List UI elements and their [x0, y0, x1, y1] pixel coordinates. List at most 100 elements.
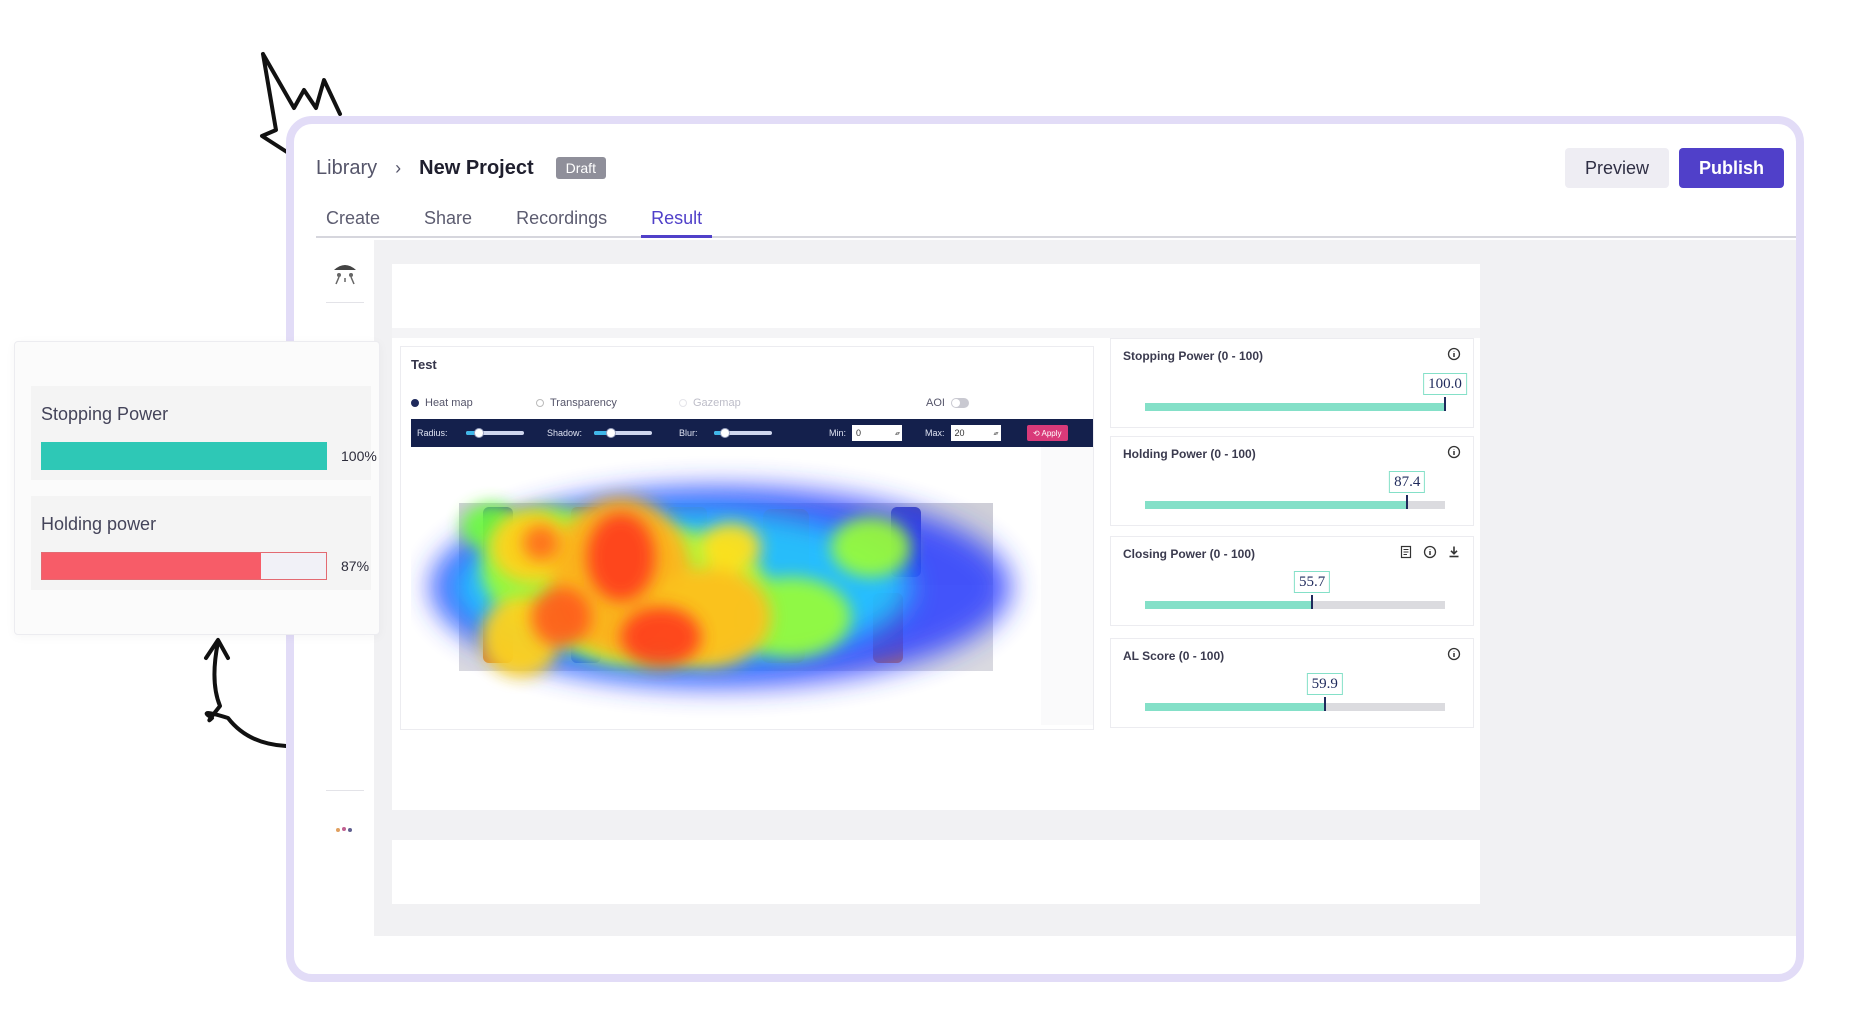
breadcrumb-project-title: New Project [419, 156, 534, 179]
workspace: Test Heat map Transparency Gazemap AOI R… [316, 240, 1796, 936]
metric-marker [1323, 697, 1326, 711]
blur-label: Blur: [679, 428, 698, 438]
metric-card-closing: Closing Power (0 - 100) 55.7 [1110, 536, 1474, 626]
result-footer-area [392, 840, 1480, 904]
metric-title: AL Score (0 - 100) [1123, 649, 1225, 663]
metric-fill [1145, 501, 1408, 509]
rail-divider [326, 302, 364, 303]
metric-card-al-score: AL Score (0 - 100) 59.9 [1110, 638, 1474, 728]
heatmap-controls-bar: Radius: Shadow: Blur: Min: 0 ▴▾ Max: 20 … [411, 419, 1093, 447]
metric-icons [1399, 545, 1461, 559]
min-label: Min: [829, 428, 847, 438]
summary-title: Stopping Power [41, 404, 169, 424]
info-icon[interactable] [1423, 545, 1437, 559]
metric-value-label: 59.9 [1306, 673, 1343, 695]
app-window: Library › New Project Draft Preview Publ… [286, 116, 1804, 982]
status-badge: Draft [555, 157, 606, 179]
max-control: Max: 20 [925, 419, 1001, 447]
metric-track: 55.7 [1145, 571, 1445, 609]
header-actions: Preview Publish [1564, 148, 1784, 188]
info-icon[interactable] [1447, 347, 1461, 361]
test-panel: Test Heat map Transparency Gazemap AOI R… [400, 346, 1094, 730]
test-title: Test [411, 357, 437, 372]
radius-label: Radius: [417, 428, 448, 438]
apply-button[interactable]: ⟲ Apply [1027, 425, 1068, 441]
view-mode-row: Heat map Transparency Gazemap AOI [411, 397, 1083, 413]
tab-result[interactable]: Result [641, 206, 713, 238]
metric-icons [1447, 347, 1461, 361]
heatmap-side-gutter [1041, 447, 1093, 725]
metric-value-label: 55.7 [1293, 571, 1331, 593]
metric-fill [1145, 403, 1445, 411]
radius-slider[interactable] [465, 428, 524, 438]
tab-recordings[interactable]: Recordings [506, 206, 617, 238]
max-input[interactable]: 20 [950, 425, 1001, 442]
user-avatar-icon[interactable] [330, 824, 360, 836]
apply-label: Apply [1041, 428, 1062, 438]
shadow-control: Shadow: [547, 419, 653, 447]
metric-fill [1145, 601, 1313, 609]
chevron-right-icon: › [395, 157, 402, 178]
radio-icon [536, 399, 544, 407]
preview-button[interactable]: Preview [1564, 148, 1669, 188]
breadcrumb-library-link[interactable]: Library [316, 157, 377, 180]
metrics-column: Stopping Power (0 - 100) 100.0 Holding P… [1110, 338, 1480, 728]
radio-selected-icon [411, 399, 419, 407]
aoi-toggle-option[interactable]: AOI [926, 397, 969, 409]
tab-bar: Create Share Recordings Result [316, 206, 1796, 238]
metric-track: 100.0 [1145, 373, 1467, 411]
download-icon[interactable] [1447, 545, 1461, 559]
section-divider [392, 328, 1480, 338]
min-input[interactable]: 0 [852, 425, 903, 442]
summary-card: Stopping Power 100% Holding power 87% [14, 341, 380, 635]
shelf-heatmap-image [431, 487, 1011, 687]
gazemap-mode-label: Gazemap [693, 397, 741, 409]
result-content: Test Heat map Transparency Gazemap AOI R… [392, 264, 1480, 810]
metric-title: Holding Power (0 - 100) [1123, 447, 1256, 461]
metric-track: 59.9 [1145, 673, 1445, 711]
metric-value-label: 100.0 [1423, 373, 1467, 395]
info-icon[interactable] [1447, 445, 1461, 459]
team-avatar-icon[interactable] [330, 258, 360, 288]
info-icon[interactable] [1447, 647, 1461, 661]
metric-marker [1311, 595, 1314, 609]
heatmap-mode-option[interactable]: Heat map [411, 397, 473, 409]
metric-value-label: 87.4 [1389, 471, 1426, 493]
metric-track: 87.4 [1145, 471, 1445, 509]
metric-icons [1447, 445, 1461, 459]
summary-value: 100% [341, 448, 377, 464]
summary-holding-power: Holding power 87% [31, 496, 371, 590]
top-bar: Library › New Project Draft Preview Publ… [316, 148, 1784, 188]
radius-control: Radius: [417, 419, 524, 447]
apply-control: ⟲ Apply [1027, 419, 1068, 447]
metric-card-stopping: Stopping Power (0 - 100) 100.0 [1110, 338, 1474, 428]
summary-value: 87% [341, 558, 370, 574]
breadcrumb: Library › New Project Draft [316, 148, 606, 188]
transparency-mode-label: Transparency [550, 397, 617, 409]
transparency-mode-option[interactable]: Transparency [536, 397, 617, 409]
blur-slider[interactable] [713, 428, 772, 438]
heatmap-canvas[interactable] [411, 447, 1093, 725]
tab-create[interactable]: Create [316, 206, 390, 238]
metric-marker [1406, 495, 1409, 509]
shadow-slider[interactable] [594, 428, 653, 438]
rail-divider [326, 790, 364, 791]
publish-button[interactable]: Publish [1678, 148, 1784, 188]
heatmap-mode-label: Heat map [425, 397, 473, 409]
metric-title: Stopping Power (0 - 100) [1123, 349, 1264, 363]
shadow-label: Shadow: [547, 428, 583, 438]
summary-title: Holding power [41, 514, 157, 534]
metric-icons [1447, 647, 1461, 661]
aoi-toggle[interactable] [950, 398, 969, 408]
tab-share[interactable]: Share [414, 206, 482, 238]
radio-icon [679, 399, 687, 407]
metric-title: Closing Power (0 - 100) [1123, 547, 1256, 561]
metric-fill [1145, 703, 1325, 711]
report-icon[interactable] [1399, 545, 1413, 559]
arrow-decoration-bottom [204, 638, 288, 748]
summary-progress-bar [41, 552, 327, 580]
summary-progress-fill [42, 443, 326, 469]
max-label: Max: [925, 428, 945, 438]
result-header-area [392, 264, 1480, 328]
gazemap-mode-option[interactable]: Gazemap [679, 397, 741, 409]
